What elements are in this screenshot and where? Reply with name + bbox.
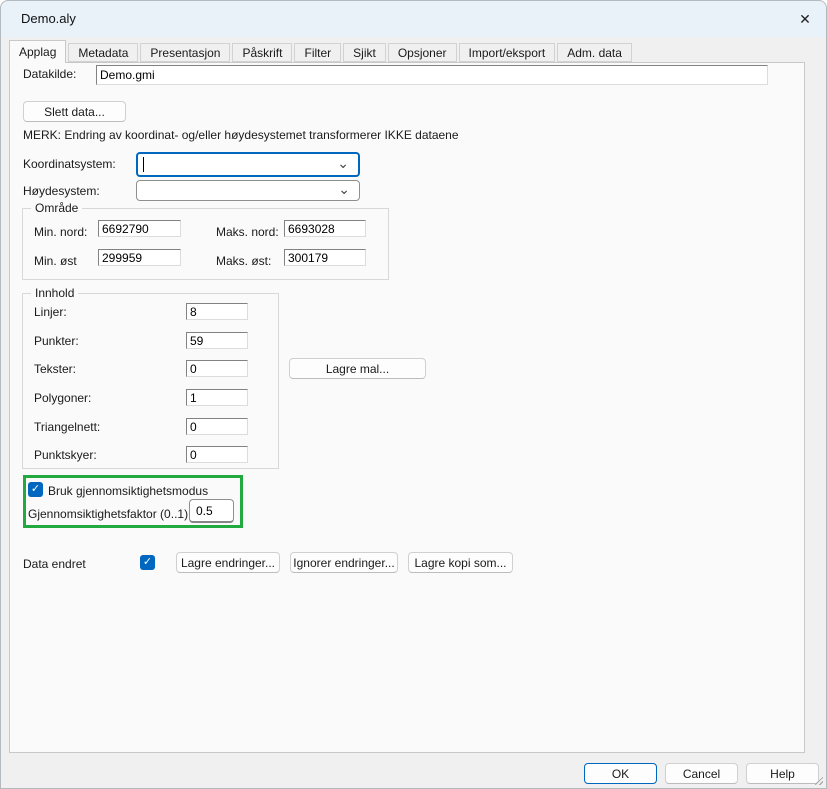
tab-adm-data[interactable]: Adm. data — [557, 43, 632, 62]
omrade-group-title: Område — [31, 201, 82, 215]
tab-import-eksport[interactable]: Import/eksport — [459, 43, 556, 62]
punktskyer-label: Punktskyer: — [34, 448, 97, 462]
maks-ost-label: Maks. øst: — [216, 254, 271, 268]
check-icon: ✓ — [31, 484, 40, 495]
transparency-checkbox[interactable]: ✓ — [28, 482, 43, 497]
window-title: Demo.aly — [21, 11, 76, 26]
linjer-count-field[interactable] — [186, 303, 248, 320]
transparency-factor-label: Gjennomsiktighetsfaktor (0..1): — [28, 507, 191, 521]
tab-presentasjon[interactable]: Presentasjon — [140, 43, 230, 62]
tab-strip: Applag Metadata Presentasjon Påskrift Fi… — [9, 40, 634, 62]
punkter-label: Punkter: — [34, 334, 79, 348]
transparency-checkbox-label: Bruk gjennomsiktighetsmodus — [48, 484, 208, 498]
datakilde-input[interactable] — [96, 65, 768, 85]
chevron-down-icon: ⌄ — [337, 155, 349, 172]
ok-button[interactable]: OK — [584, 763, 657, 784]
text-caret — [143, 157, 144, 172]
help-button[interactable]: Help — [746, 763, 819, 784]
dialog-window: Demo.aly ✕ Applag Metadata Presentasjon … — [0, 0, 827, 789]
datakilde-label: Datakilde: — [23, 67, 76, 81]
lagre-kopi-som-button[interactable]: Lagre kopi som... — [408, 552, 513, 573]
hoydesystem-label: Høydesystem: — [23, 184, 100, 198]
tab-filter[interactable]: Filter — [294, 43, 341, 62]
lagre-endringer-button[interactable]: Lagre endringer... — [176, 552, 280, 573]
maks-nord-input[interactable] — [284, 220, 366, 237]
triangelnett-count-field[interactable] — [186, 418, 248, 435]
polygoner-label: Polygoner: — [34, 391, 91, 405]
punkter-count-field[interactable] — [186, 332, 248, 349]
chevron-down-icon: ⌄ — [338, 181, 350, 198]
koordinatsystem-combobox[interactable]: ⌄ — [136, 152, 360, 177]
lagre-mal-button[interactable]: Lagre mal... — [289, 358, 426, 379]
tekster-count-field[interactable] — [186, 360, 248, 377]
innhold-group-title: Innhold — [31, 286, 78, 300]
tekster-label: Tekster: — [34, 362, 76, 376]
data-endret-label: Data endret — [23, 557, 86, 571]
cancel-button[interactable]: Cancel — [665, 763, 738, 784]
punktskyer-count-field[interactable] — [186, 446, 248, 463]
tab-sjikt[interactable]: Sjikt — [343, 43, 386, 62]
merk-note: MERK: Endring av koordinat- og/eller høy… — [23, 128, 459, 142]
tab-metadata[interactable]: Metadata — [68, 43, 138, 62]
polygoner-count-field[interactable] — [186, 389, 248, 406]
koordinatsystem-label: Koordinatsystem: — [23, 157, 116, 171]
transparency-factor-input[interactable] — [189, 499, 234, 523]
close-icon[interactable]: ✕ — [794, 8, 816, 30]
maks-nord-label: Maks. nord: — [216, 225, 279, 239]
hoydesystem-combobox[interactable]: ⌄ — [136, 180, 360, 201]
omrade-groupbox — [22, 208, 389, 280]
maks-ost-input[interactable] — [284, 249, 366, 266]
tab-opsjoner[interactable]: Opsjoner — [388, 43, 457, 62]
check-icon: ✓ — [143, 557, 152, 568]
tab-paskrift[interactable]: Påskrift — [232, 43, 292, 62]
ignorer-endringer-button[interactable]: Ignorer endringer... — [290, 552, 398, 573]
min-nord-label: Min. nord: — [34, 225, 87, 239]
linjer-label: Linjer: — [34, 305, 67, 319]
tab-applag[interactable]: Applag — [9, 40, 66, 63]
slett-data-button[interactable]: Slett data... — [23, 101, 126, 122]
min-ost-input[interactable] — [98, 249, 181, 266]
min-ost-label: Min. øst — [34, 254, 77, 268]
titlebar: Demo.aly ✕ — [1, 1, 826, 37]
min-nord-input[interactable] — [98, 220, 181, 237]
triangelnett-label: Triangelnett: — [34, 420, 100, 434]
data-endret-checkbox[interactable]: ✓ — [140, 555, 155, 570]
